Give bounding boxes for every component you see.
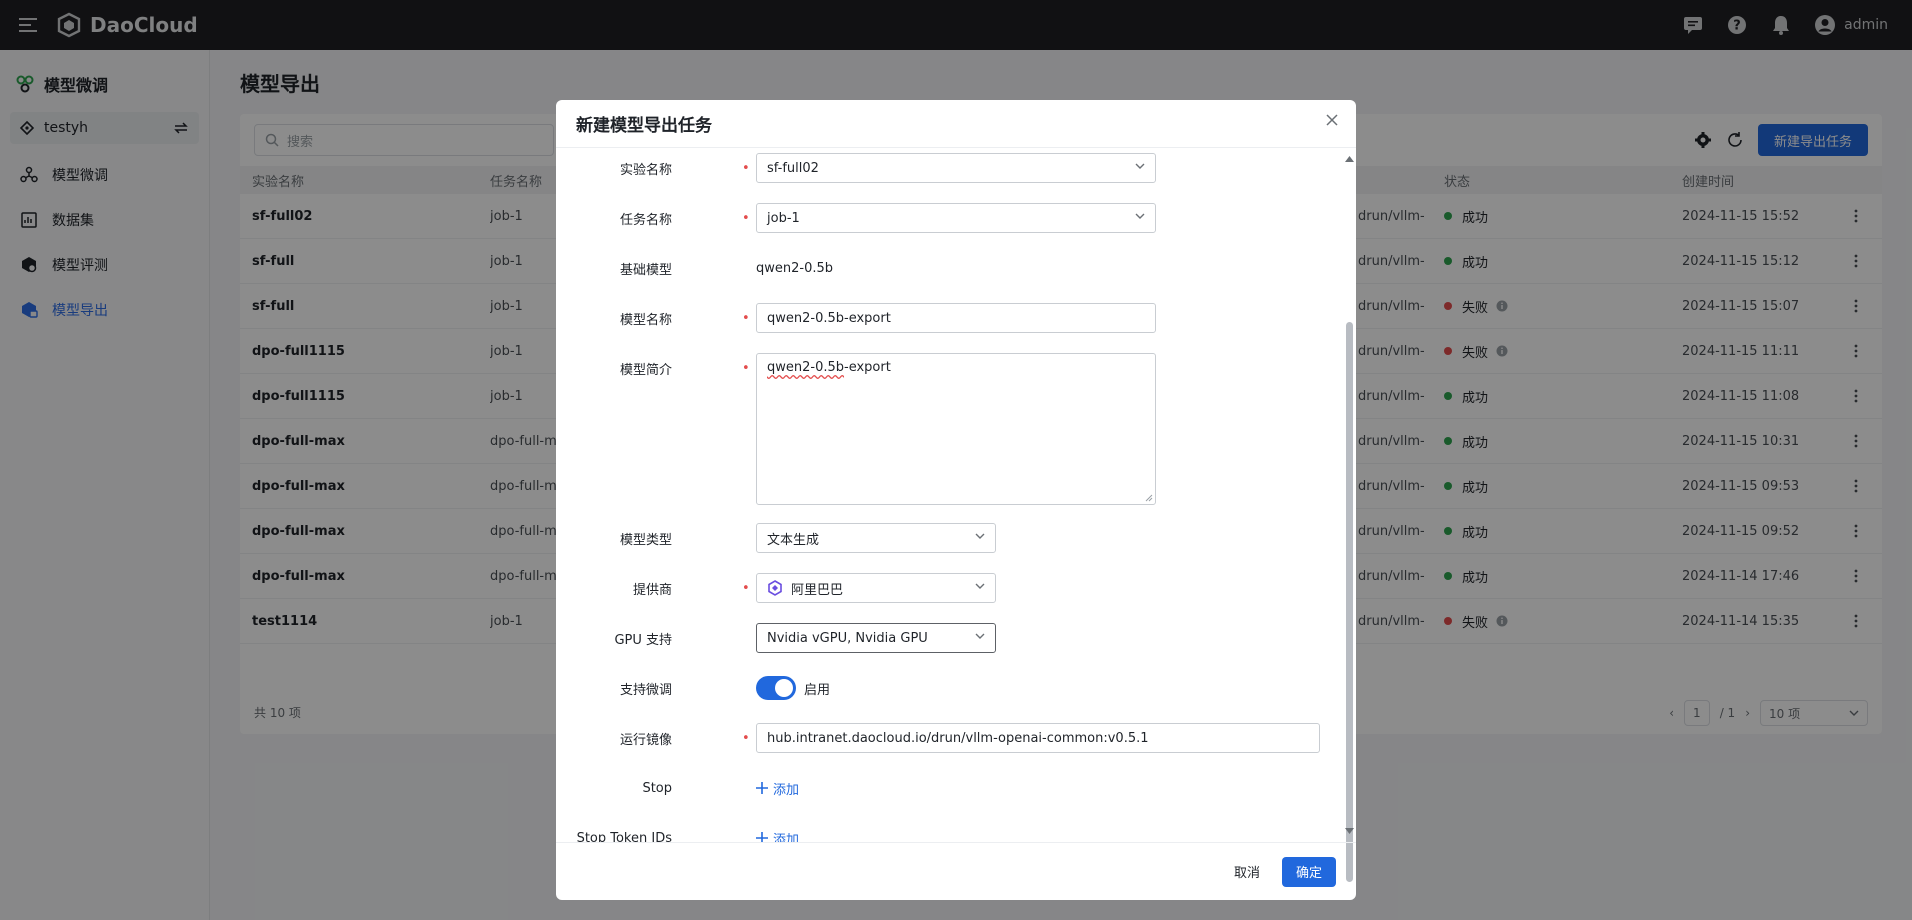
required-marker: • [742,210,750,226]
scrollbar-thumb[interactable] [1346,322,1353,882]
experiment-name-label: 实验名称 [619,162,672,178]
experiment-name-select[interactable]: sf-full02 [756,153,1156,183]
chevron-down-icon [975,533,985,539]
required-marker: • [742,730,750,746]
description-text-part: -export [844,360,891,375]
required-marker: • [742,310,750,326]
close-icon[interactable] [1326,114,1338,126]
provider-select[interactable]: 阿里巴巴 [756,573,996,603]
dialog-scrollbar[interactable] [1344,150,1354,882]
scroll-down-arrow-icon[interactable] [1345,828,1354,834]
model-name-input[interactable]: qwen2-0.5b-export [756,303,1156,333]
base-model-label: 基础模型 [619,262,672,278]
required-marker: • [742,160,750,176]
gpu-support-label: GPU 支持 [614,632,672,648]
stop-add-button[interactable]: 添加 [756,773,799,803]
required-marker: • [742,580,750,596]
plus-icon [756,782,768,794]
chevron-down-icon [1135,163,1145,169]
finetune-toggle[interactable] [756,676,796,700]
stop-token-ids-label: Stop Token IDs [576,830,672,843]
finetune-support-label: 支持微调 [619,682,672,698]
model-description-label: 模型简介 [619,362,672,378]
required-marker: • [742,360,750,376]
stop-token-ids-add-button[interactable]: 添加 [756,823,799,842]
runtime-image-input[interactable]: hub.intranet.daocloud.io/drun/vllm-opena… [756,723,1320,753]
runtime-image-label: 运行镜像 [619,732,672,748]
dialog-title: 新建模型导出任务 [576,116,712,136]
stop-label: Stop [642,780,672,796]
chevron-down-icon [1135,213,1145,219]
confirm-button[interactable]: 确定 [1281,856,1336,887]
finetune-toggle-label: 启用 [804,682,831,698]
model-name-label: 模型名称 [619,312,672,328]
base-model-value: qwen2-0.5b [756,260,834,276]
create-export-task-dialog: 新建模型导出任务 实验名称 • sf-full02 任务名称 • job-1 基… [556,100,1356,900]
model-type-label: 模型类型 [619,532,672,548]
model-type-select[interactable]: 文本生成 [756,523,996,553]
cancel-button[interactable]: 取消 [1234,862,1260,881]
toggle-knob [775,679,793,697]
gpu-support-select[interactable]: Nvidia vGPU, Nvidia GPU [756,623,996,653]
scroll-up-arrow-icon[interactable] [1345,156,1354,162]
alibaba-logo-icon [768,580,782,596]
description-text-part: qwen2-0.5b [767,360,845,375]
task-name-label: 任务名称 [619,212,672,228]
chevron-down-icon [975,633,985,639]
task-name-select[interactable]: job-1 [756,203,1156,233]
provider-label: 提供商 [632,582,672,598]
dialog-form: 实验名称 • sf-full02 任务名称 • job-1 基础模型 qwen2… [556,148,1356,842]
chevron-down-icon [975,583,985,589]
resize-handle-icon[interactable] [1145,494,1153,502]
model-description-textarea[interactable]: qwen2-0.5b-export [756,353,1156,505]
plus-icon [756,832,768,842]
